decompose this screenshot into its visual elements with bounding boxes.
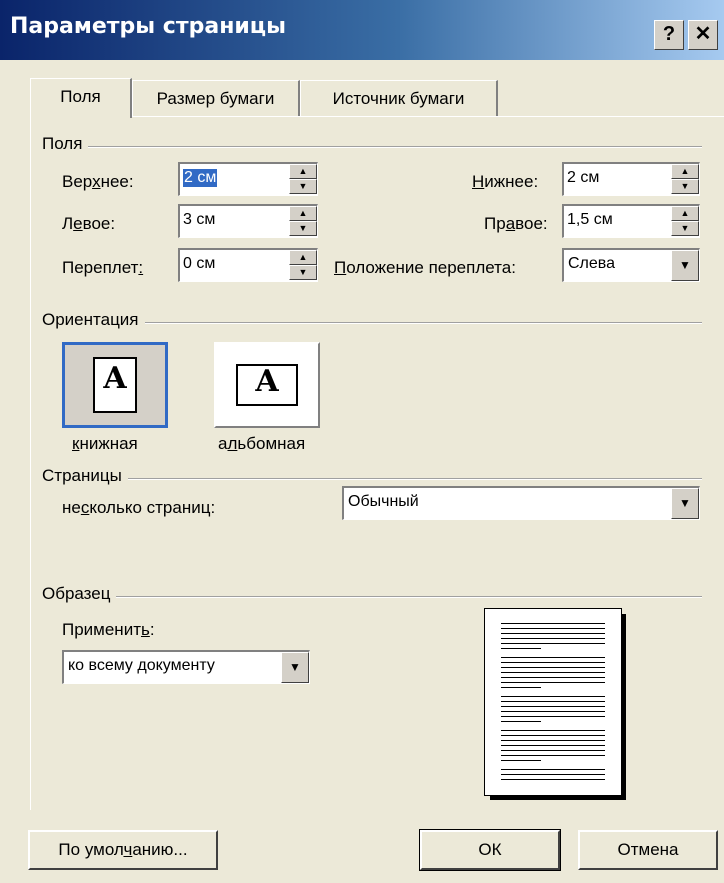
- pages-group-label: Страницы: [42, 466, 128, 486]
- chevron-down-icon[interactable]: ▼: [671, 488, 699, 519]
- right-margin-arrows[interactable]: ▲ ▼: [671, 206, 699, 237]
- top-margin-spinner[interactable]: 2 см ▲ ▼: [178, 162, 318, 196]
- preview-line: [501, 623, 605, 624]
- page-preview: [484, 608, 626, 800]
- preview-line: [501, 711, 605, 712]
- pages-group-line: [42, 478, 702, 480]
- preview-line: [501, 750, 605, 751]
- chevron-down-icon[interactable]: ▼: [671, 250, 699, 281]
- preview-line: [501, 735, 605, 736]
- right-margin-label: Правое:: [484, 214, 548, 233]
- left-margin-label: Левое:: [62, 214, 116, 233]
- close-button[interactable]: ✕: [688, 20, 718, 50]
- preview-line: [501, 667, 605, 668]
- gutter-position-select[interactable]: Слева ▼: [562, 248, 700, 282]
- preview-line: [501, 706, 605, 707]
- landscape-button[interactable]: A: [214, 342, 320, 428]
- apply-to-select[interactable]: ко всему документу ▼: [62, 650, 310, 684]
- preview-line: [501, 769, 605, 770]
- preview-line: [501, 633, 605, 634]
- preview-line: [501, 745, 605, 746]
- spin-up-icon[interactable]: ▲: [289, 250, 317, 265]
- ok-button[interactable]: ОК: [419, 829, 561, 871]
- tab-bar: Поля Размер бумаги Источник бумаги: [0, 78, 724, 118]
- portrait-page-icon: A: [93, 357, 137, 413]
- spin-down-icon[interactable]: ▼: [289, 179, 317, 194]
- preview-line: [501, 662, 605, 663]
- top-margin-value[interactable]: 2 см: [183, 169, 218, 187]
- preview-line: [501, 774, 605, 775]
- default-button[interactable]: По умолчанию...: [28, 830, 218, 870]
- multiple-pages-select[interactable]: Обычный ▼: [342, 486, 700, 520]
- preview-line: [501, 760, 541, 761]
- preview-line: [501, 721, 541, 722]
- preview-page: [484, 608, 622, 796]
- preview-line: [501, 687, 541, 688]
- gutter-value[interactable]: 0 см: [183, 255, 215, 273]
- spin-up-icon[interactable]: ▲: [289, 206, 317, 221]
- right-margin-spinner[interactable]: 1,5 см ▲ ▼: [562, 204, 700, 238]
- spin-down-icon[interactable]: ▼: [289, 221, 317, 236]
- bottom-margin-label: Нижнее:: [472, 172, 539, 191]
- top-margin-arrows[interactable]: ▲ ▼: [289, 164, 317, 195]
- bottom-margin-value[interactable]: 2 см: [567, 169, 599, 187]
- preview-line: [501, 648, 541, 649]
- preview-line: [501, 755, 605, 756]
- preview-line: [501, 716, 605, 717]
- margins-group-label: Поля: [42, 134, 89, 154]
- portrait-label: книжная: [72, 434, 138, 453]
- spin-up-icon[interactable]: ▲: [671, 206, 699, 221]
- top-margin-label: Верхнее:: [62, 172, 134, 191]
- gutter-position-label: Положение переплета:: [334, 258, 516, 277]
- portrait-button[interactable]: A: [62, 342, 168, 428]
- landscape-page-icon: A: [236, 364, 298, 406]
- preview-line: [501, 643, 605, 644]
- spin-up-icon[interactable]: ▲: [671, 164, 699, 179]
- sample-group-line: [42, 596, 702, 598]
- gutter-position-value: Слева: [568, 255, 616, 272]
- landscape-label: альбомная: [218, 434, 306, 453]
- multiple-pages-label: несколько страниц:: [62, 498, 216, 517]
- gutter-label: Переплет:: [62, 258, 144, 277]
- preview-line: [501, 779, 605, 780]
- tab-paper-source[interactable]: Источник бумаги: [300, 80, 498, 116]
- left-margin-spinner[interactable]: 3 см ▲ ▼: [178, 204, 318, 238]
- spin-up-icon[interactable]: ▲: [289, 164, 317, 179]
- preview-line: [501, 638, 605, 639]
- spin-down-icon[interactable]: ▼: [289, 265, 317, 280]
- title-bar[interactable]: Параметры страницы ? ✕: [0, 0, 724, 60]
- margins-group-line: [42, 146, 702, 148]
- apply-to-value: ко всему документу: [68, 657, 215, 674]
- preview-line: [501, 672, 605, 673]
- sample-group-label: Образец: [42, 584, 117, 604]
- tab-margins[interactable]: Поля: [30, 78, 132, 118]
- apply-to-label: Применить:: [62, 620, 155, 639]
- tab-paper-size[interactable]: Размер бумаги: [132, 80, 300, 116]
- right-margin-value[interactable]: 1,5 см: [567, 211, 613, 229]
- page-setup-dialog: Параметры страницы ? ✕ Поля Размер бумаг…: [0, 0, 724, 883]
- preview-line: [501, 628, 605, 629]
- spin-down-icon[interactable]: ▼: [671, 179, 699, 194]
- cancel-button[interactable]: Отмена: [578, 830, 718, 870]
- chevron-down-icon[interactable]: ▼: [281, 652, 309, 683]
- help-button[interactable]: ?: [654, 20, 684, 50]
- multiple-pages-value: Обычный: [348, 493, 419, 510]
- preview-line: [501, 682, 605, 683]
- spin-down-icon[interactable]: ▼: [671, 221, 699, 236]
- bottom-margin-arrows[interactable]: ▲ ▼: [671, 164, 699, 195]
- preview-line: [501, 701, 605, 702]
- preview-line: [501, 677, 605, 678]
- bottom-margin-spinner[interactable]: 2 см ▲ ▼: [562, 162, 700, 196]
- left-margin-value[interactable]: 3 см: [183, 211, 215, 229]
- left-margin-arrows[interactable]: ▲ ▼: [289, 206, 317, 237]
- preview-line: [501, 657, 605, 658]
- gutter-spinner[interactable]: 0 см ▲ ▼: [178, 248, 318, 282]
- preview-line: [501, 740, 605, 741]
- orientation-group-label: Ориентация: [42, 310, 145, 330]
- preview-line: [501, 696, 605, 697]
- gutter-arrows[interactable]: ▲ ▼: [289, 250, 317, 281]
- window-title: Параметры страницы: [10, 14, 287, 39]
- preview-line: [501, 730, 605, 731]
